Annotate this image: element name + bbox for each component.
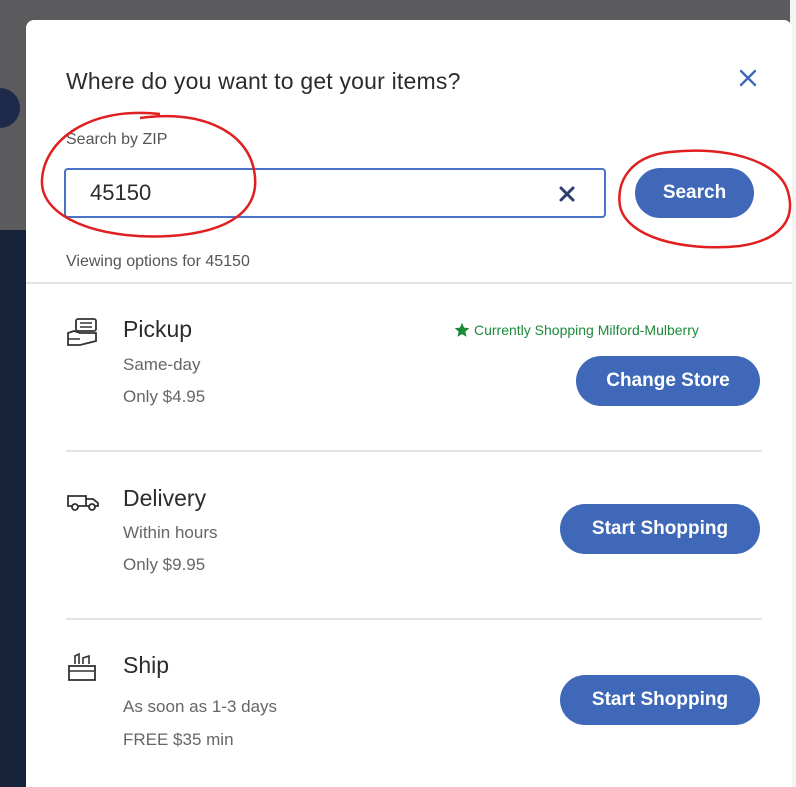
ship-price: FREE $35 min: [123, 730, 234, 749]
zip-input[interactable]: [90, 178, 530, 208]
divider: [66, 450, 762, 452]
current-store-label: Currently Shopping Milford-Mulberry: [474, 322, 699, 338]
store-selection-modal: Where do you want to get your items? Sea…: [26, 20, 792, 787]
current-store-status: Currently Shopping Milford-Mulberry: [454, 322, 699, 338]
ship-title: Ship: [123, 652, 170, 678]
clear-zip-button[interactable]: [558, 185, 576, 203]
ship-start-shopping-button[interactable]: Start Shopping: [560, 675, 760, 725]
delivery-price: Only $9.95: [123, 555, 206, 574]
delivery-timing: Within hours: [123, 523, 218, 542]
ship-box-icon: [68, 652, 96, 681]
close-button[interactable]: [734, 64, 762, 92]
delivery-start-shopping-button[interactable]: Start Shopping: [560, 504, 760, 554]
clear-icon: [559, 186, 575, 202]
divider: [26, 282, 792, 284]
viewing-options-text: Viewing options for 45150: [66, 253, 250, 270]
pickup-price: Only $4.95: [123, 387, 206, 406]
zip-field[interactable]: [64, 168, 606, 218]
divider: [66, 618, 762, 620]
delivery-title: Delivery: [123, 485, 207, 511]
star-icon: [454, 322, 470, 337]
pickup-title: Pickup: [123, 316, 193, 342]
ship-timing: As soon as 1-3 days: [123, 697, 278, 716]
pickup-icon: [67, 318, 97, 346]
modal-title: Where do you want to get your items?: [66, 68, 461, 94]
pickup-timing: Same-day: [123, 355, 201, 374]
search-button[interactable]: Search: [635, 168, 754, 218]
zip-label: Search by ZIP: [66, 131, 168, 148]
delivery-truck-icon: [67, 495, 99, 511]
background-sidebar: [0, 230, 26, 787]
close-icon: [739, 69, 757, 87]
change-store-button[interactable]: Change Store: [576, 356, 760, 406]
